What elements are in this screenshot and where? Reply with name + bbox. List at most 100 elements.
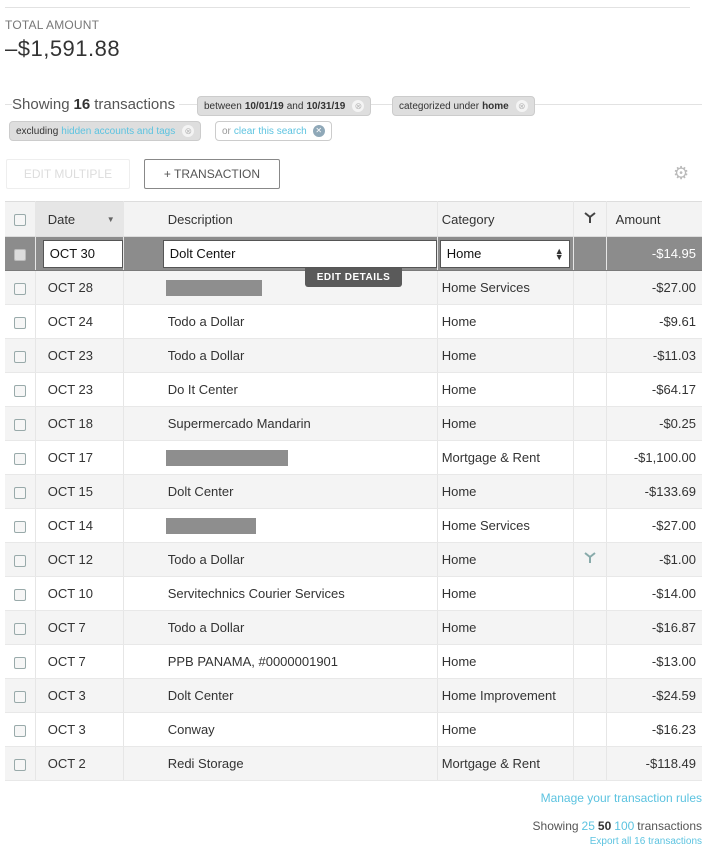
edit-multiple-button[interactable]: EDIT MULTIPLE — [6, 159, 130, 189]
row-category[interactable]: Mortgage & Rent — [437, 440, 574, 475]
row-description[interactable]: Do It Center — [123, 372, 438, 407]
table-row[interactable]: OCT 10 Servitechnics Courier Services Home… — [5, 576, 702, 611]
row-category[interactable]: Home Improvement — [437, 678, 574, 713]
row-checkbox[interactable] — [5, 440, 36, 475]
row-description[interactable]: Todo a Dollar — [123, 304, 438, 339]
exclusion-filter-chip[interactable]: excluding hidden accounts and tags ⊗ — [9, 121, 202, 141]
row-description[interactable]: Conway — [123, 712, 438, 747]
row-tag-cell[interactable] — [573, 712, 607, 747]
table-row[interactable]: OCT 23 Todo a Dollar Home -$11.03 — [5, 338, 702, 373]
row-checkbox[interactable] — [5, 678, 36, 713]
row-category[interactable]: Home — [437, 304, 574, 339]
remove-chip-icon[interactable]: ⊗ — [352, 100, 365, 112]
column-header-description[interactable]: Description — [123, 201, 438, 237]
row-tag-cell[interactable] — [573, 372, 607, 407]
row-checkbox[interactable] — [5, 712, 36, 747]
remove-chip-icon[interactable]: ⊗ — [182, 125, 195, 137]
date-edit-field[interactable]: OCT 30 — [42, 239, 123, 268]
row-tag-cell[interactable] — [573, 270, 607, 305]
table-row-editing[interactable]: OCT 30 Dolt Center Home ▲ ▼ -$14.95 — [5, 236, 702, 271]
row-description[interactable]: PPB PANAMA, #0000001901 — [123, 644, 438, 679]
gear-icon[interactable]: ⚙ — [673, 164, 691, 182]
clear-search-chip[interactable]: or clear this search ✕ — [215, 121, 332, 141]
row-checkbox[interactable] — [5, 610, 36, 645]
row-tag-cell[interactable] — [573, 474, 607, 509]
row-description[interactable]: Supermercado Mandarin — [123, 406, 438, 441]
row-description[interactable]: Todo a Dollar — [123, 542, 438, 577]
row-category[interactable]: Home Services — [437, 508, 574, 543]
table-row[interactable]: OCT 15 Dolt Center Home -$133.69 — [5, 474, 702, 509]
row-checkbox[interactable] — [5, 474, 36, 509]
row-checkbox[interactable] — [5, 304, 36, 339]
row-tag-cell[interactable] — [573, 304, 607, 339]
table-row[interactable]: OCT 23 Do It Center Home -$64.17 — [5, 372, 702, 407]
row-checkbox[interactable] — [5, 576, 36, 611]
category-select[interactable]: Home ▲ ▼ — [439, 239, 570, 268]
row-category[interactable]: Home — [437, 474, 574, 509]
table-row[interactable]: OCT 24 Todo a Dollar Home -$9.61 — [5, 304, 702, 339]
row-category[interactable]: Home — [437, 338, 574, 373]
row-description[interactable]: Servitechnics Courier Services — [123, 576, 438, 611]
row-tag-cell[interactable] — [573, 542, 607, 577]
row-tag-cell[interactable] — [573, 406, 607, 441]
row-tag-cell[interactable] — [573, 610, 607, 645]
row-description[interactable]: Dolt Center — [123, 474, 438, 509]
column-header-tags[interactable] — [573, 201, 607, 237]
row-checkbox[interactable] — [5, 270, 36, 305]
table-row[interactable]: OCT 17 Mortgage & Rent -$1,100.00 — [5, 440, 702, 475]
manage-rules-link[interactable]: Manage your transaction rules — [541, 791, 702, 805]
select-all-checkbox[interactable] — [5, 201, 36, 237]
table-row[interactable]: OCT 18 Supermercado Mandarin Home -$0.25 — [5, 406, 702, 441]
row-checkbox[interactable] — [5, 542, 36, 577]
row-tag-cell[interactable] — [573, 508, 607, 543]
table-row[interactable]: OCT 3 Dolt Center Home Improvement -$24.59 — [5, 678, 702, 713]
row-category[interactable]: Mortgage & Rent — [437, 746, 574, 781]
row-description[interactable]: Dolt Center — [123, 678, 438, 713]
column-header-date[interactable]: Date ▼ — [35, 201, 124, 237]
row-tag-cell[interactable] — [573, 440, 607, 475]
column-header-amount[interactable]: Amount — [606, 201, 702, 237]
remove-chip-icon[interactable]: ⊗ — [515, 100, 528, 112]
add-transaction-button[interactable]: + TRANSACTION — [144, 159, 280, 189]
table-row[interactable]: OCT 12 Todo a Dollar Home -$1.00 — [5, 542, 702, 577]
row-category[interactable]: Home — [437, 406, 574, 441]
clear-search-icon[interactable]: ✕ — [312, 125, 325, 137]
row-category[interactable]: Home — [437, 712, 574, 747]
export-link[interactable]: Export all 16 transactions — [590, 836, 702, 847]
row-description[interactable] — [123, 508, 438, 543]
row-description[interactable]: Todo a Dollar — [123, 610, 438, 645]
row-tag-cell[interactable] — [573, 644, 607, 679]
table-row[interactable]: OCT 7 PPB PANAMA, #0000001901 Home -$13.00 — [5, 644, 702, 679]
table-row[interactable]: OCT 2 Redi Storage Mortgage & Rent -$118.49 — [5, 746, 702, 781]
table-row[interactable]: OCT 7 Todo a Dollar Home -$16.87 — [5, 610, 702, 645]
row-checkbox[interactable] — [5, 644, 36, 679]
hidden-accounts-link[interactable]: hidden accounts and tags — [61, 126, 175, 137]
row-category[interactable]: Home — [437, 542, 574, 577]
table-row[interactable]: OCT 14 Home Services -$27.00 — [5, 508, 702, 543]
row-tag-cell[interactable] — [573, 236, 607, 271]
row-tag-cell[interactable] — [573, 746, 607, 781]
description-edit-field[interactable]: Dolt Center — [162, 239, 437, 268]
table-row[interactable]: OCT 3 Conway Home -$16.23 — [5, 712, 702, 747]
row-tag-cell[interactable] — [573, 338, 607, 373]
row-category[interactable]: Home — [437, 576, 574, 611]
row-description[interactable]: Todo a Dollar — [123, 338, 438, 373]
row-description[interactable]: Redi Storage — [123, 746, 438, 781]
page-size-25[interactable]: 25 — [582, 819, 595, 833]
date-filter-chip[interactable]: between 10/01/19 and 10/31/19 ⊗ — [197, 96, 372, 116]
row-category[interactable]: Home — [437, 610, 574, 645]
row-checkbox[interactable] — [5, 406, 36, 441]
row-description[interactable] — [123, 440, 438, 475]
page-size-100[interactable]: 100 — [614, 819, 634, 833]
row-checkbox[interactable] — [5, 338, 36, 373]
row-checkbox[interactable] — [5, 508, 36, 543]
row-checkbox[interactable] — [5, 372, 36, 407]
column-header-category[interactable]: Category — [437, 201, 574, 237]
category-filter-chip[interactable]: categorized under home ⊗ — [392, 96, 535, 116]
row-checkbox[interactable] — [5, 236, 36, 271]
row-tag-cell[interactable] — [573, 678, 607, 713]
row-category[interactable]: Home — [437, 372, 574, 407]
edit-details-button[interactable]: EDIT DETAILS — [305, 268, 402, 287]
row-category[interactable]: Home Services — [437, 270, 574, 305]
row-category[interactable]: Home — [437, 644, 574, 679]
